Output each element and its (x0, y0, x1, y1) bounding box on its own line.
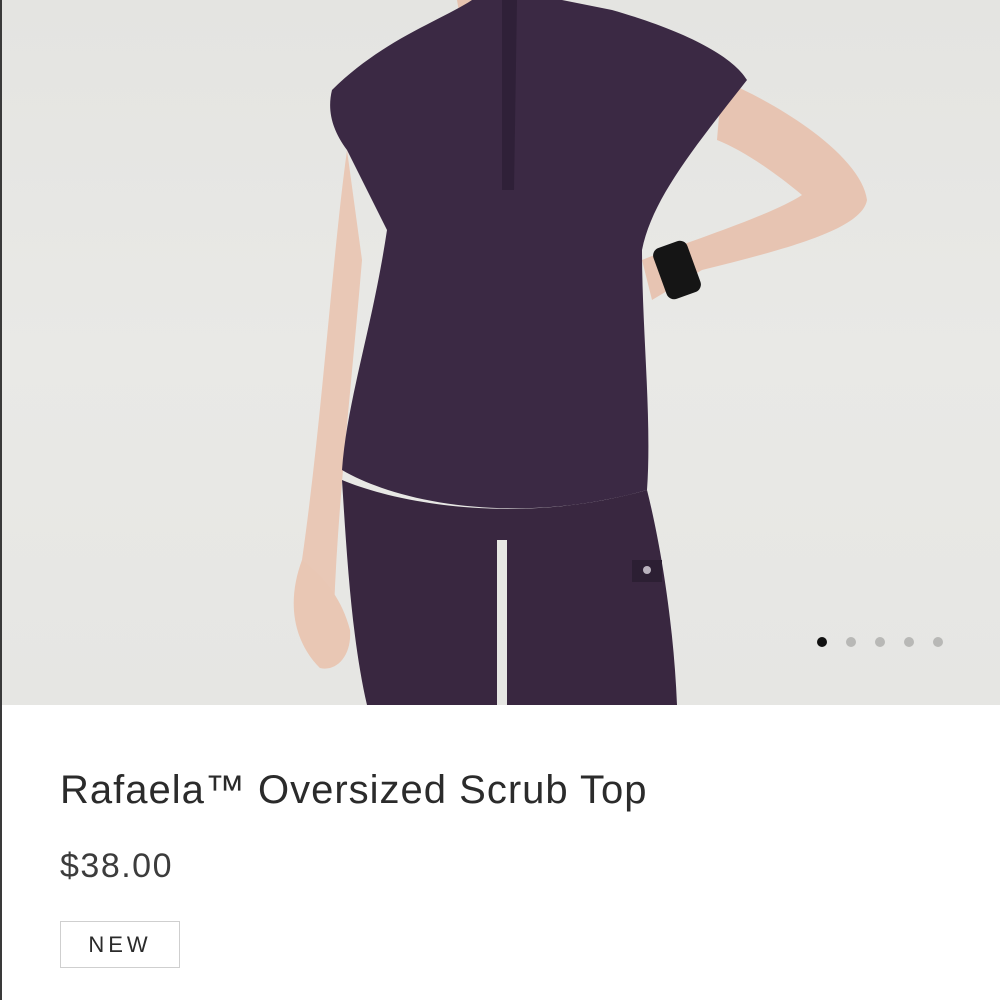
carousel-dot-3[interactable] (875, 637, 885, 647)
carousel-dot-1[interactable] (817, 637, 827, 647)
product-image[interactable] (2, 0, 1000, 705)
carousel-dot-5[interactable] (933, 637, 943, 647)
product-price: $38.00 (60, 847, 173, 885)
new-badge-label: NEW (88, 931, 152, 957)
new-badge: NEW (60, 921, 180, 968)
product-title[interactable]: Rafaela™ Oversized Scrub Top (60, 768, 648, 813)
carousel-dot-2[interactable] (846, 637, 856, 647)
product-photo-illustration (293, 0, 867, 705)
carousel-dots (817, 637, 943, 647)
carousel-dot-4[interactable] (904, 637, 914, 647)
